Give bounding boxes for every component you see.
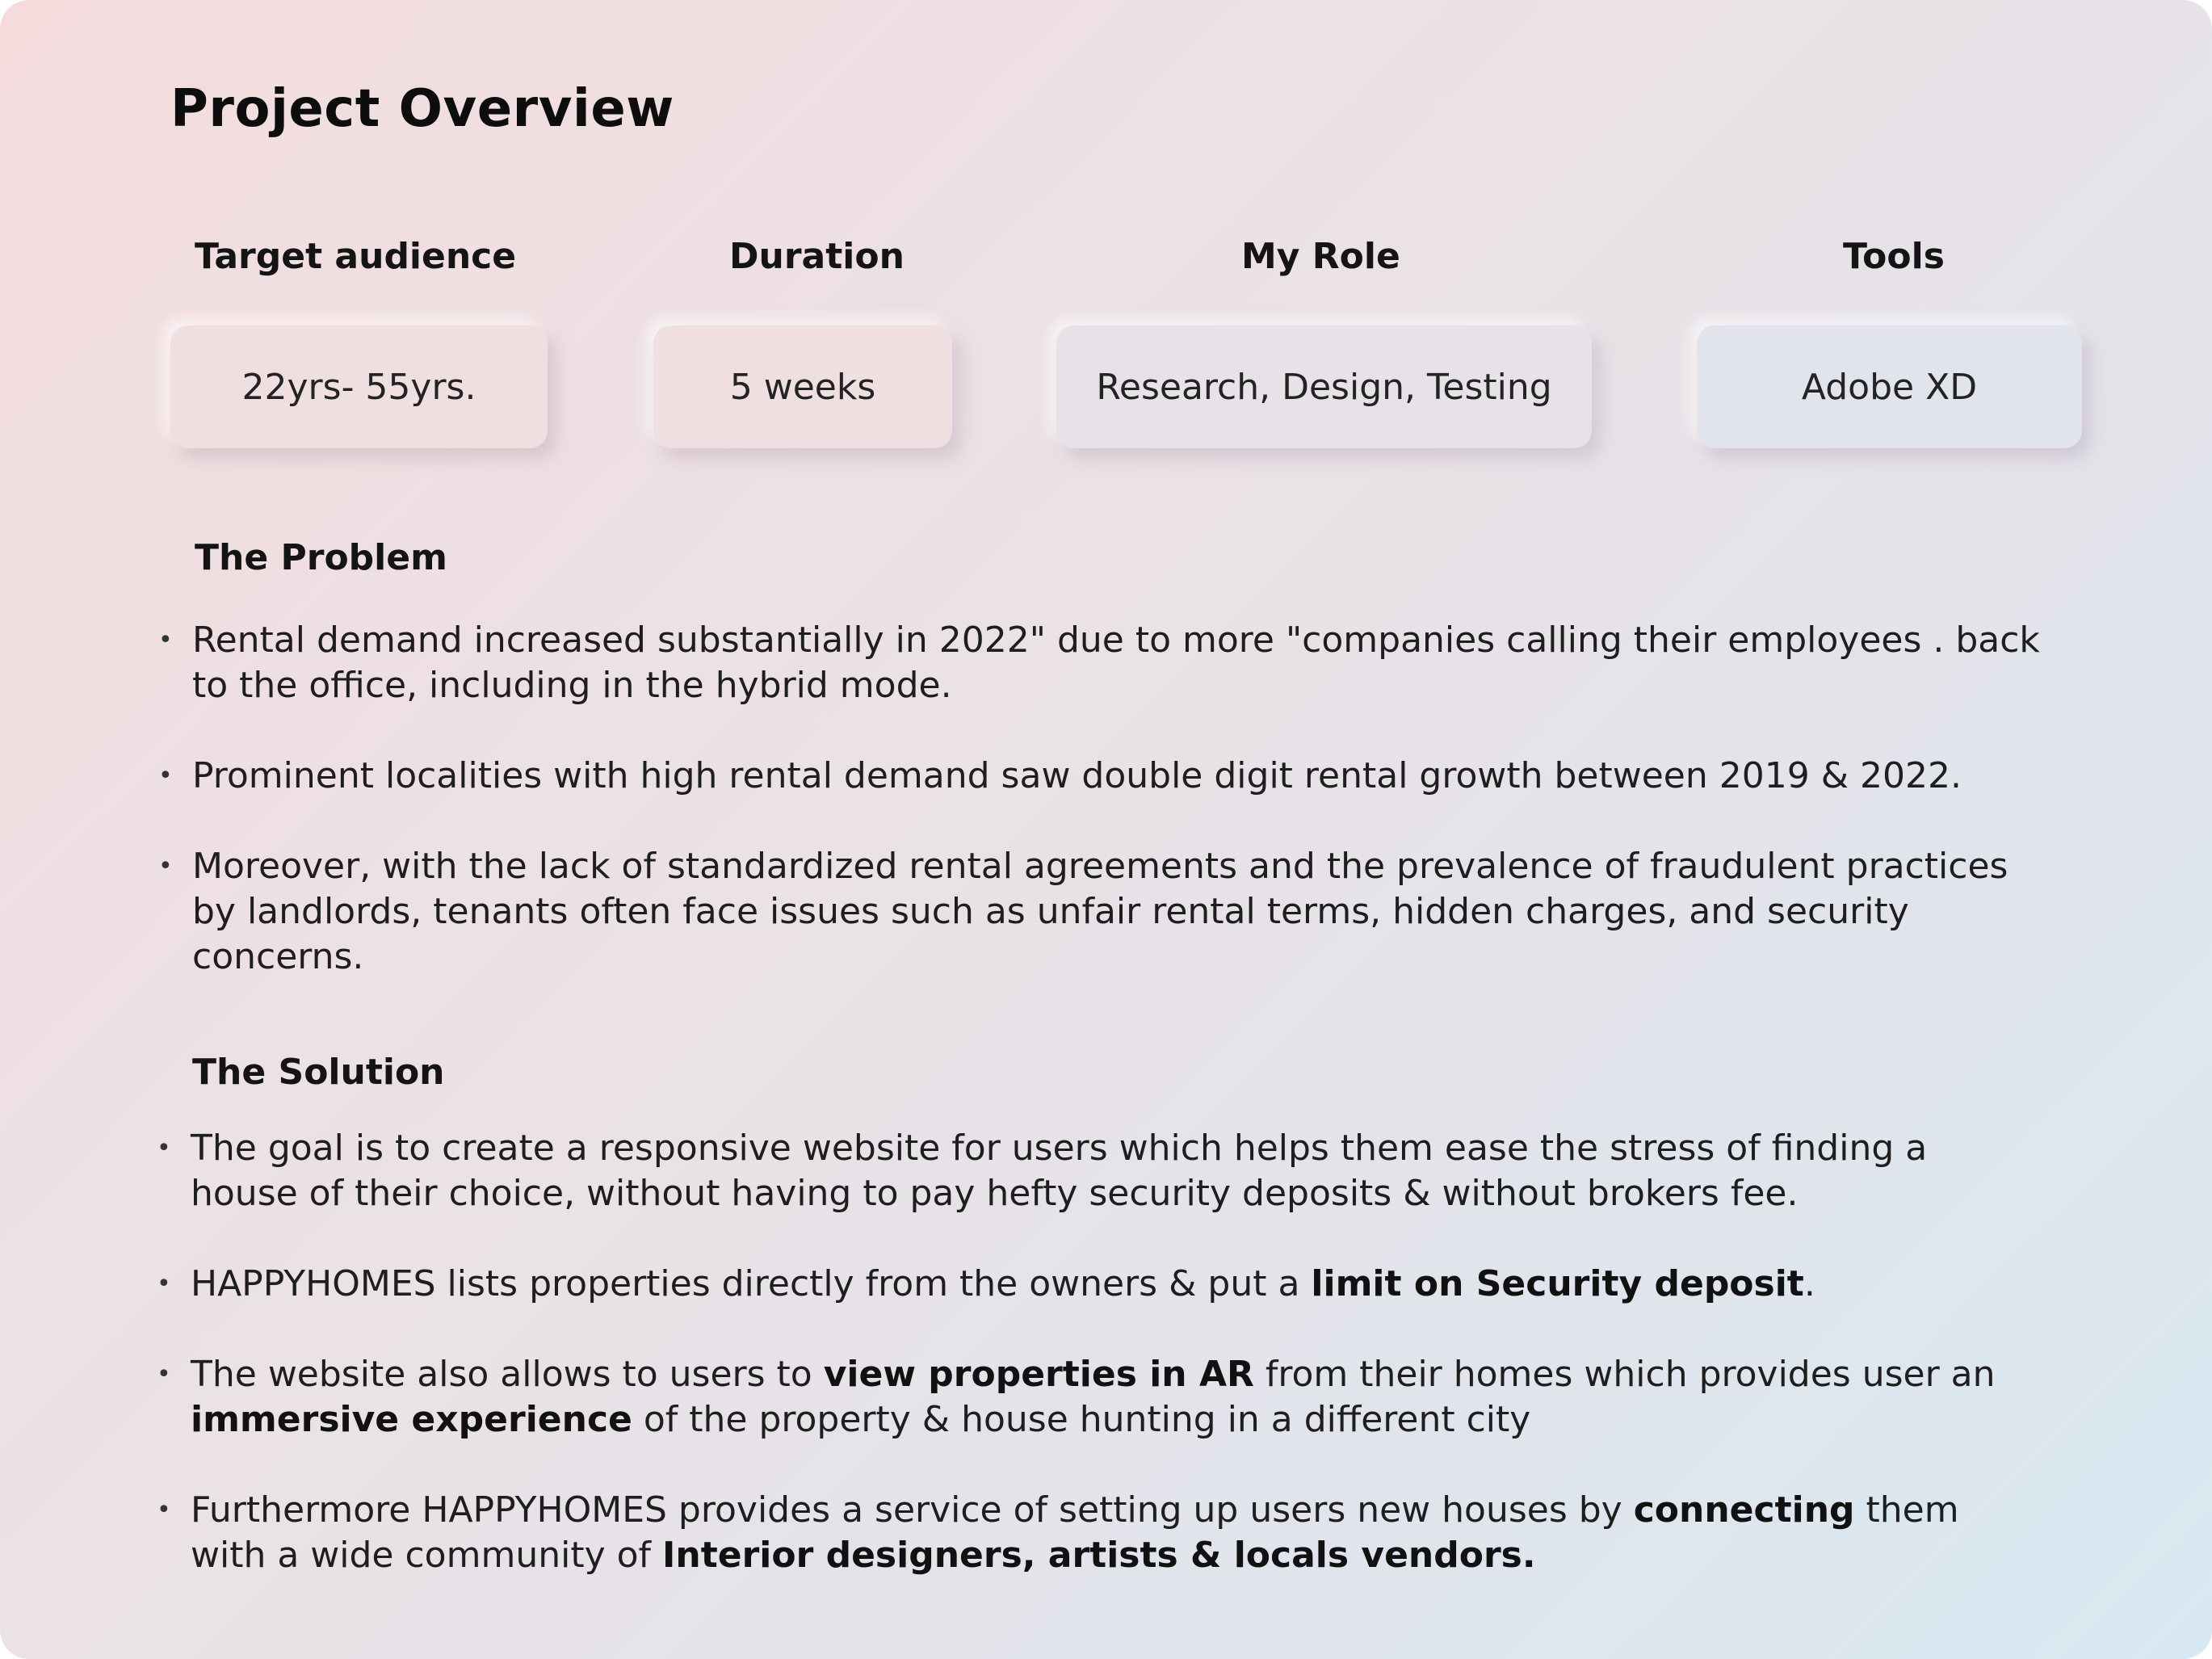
problem-item: Prominent localities with high rental de…	[158, 754, 2040, 799]
solution-item: The goal is to create a responsive websi…	[157, 1126, 2038, 1216]
meta-label-my-role: My Role	[1241, 236, 1400, 277]
meta-label-tools: Tools	[1843, 236, 1945, 277]
target-audience-value: 22yrs- 55yrs.	[241, 366, 476, 408]
solution-item-text: Furthermore HAPPYHOMES provides a servic…	[191, 1489, 1634, 1531]
solution-item-text: The website also allows to users to	[191, 1354, 824, 1395]
page-title: Project Overview	[170, 79, 674, 139]
solution-title: The Solution	[192, 1052, 445, 1093]
solution-item-emphasis: view properties in AR	[823, 1354, 1254, 1395]
project-overview-card: Project Overview Target audience Duratio…	[0, 0, 2212, 1659]
solution-item-emphasis: Interior designers, artists & locals ven…	[662, 1535, 1536, 1576]
solution-item-text: from their homes which provides user an	[1253, 1354, 1996, 1395]
solution-item-text: of the property & house hunting in a dif…	[632, 1399, 1531, 1440]
solution-item-emphasis: limit on Security deposit	[1311, 1263, 1804, 1304]
problem-item: Rental demand increased substantially in…	[158, 618, 2040, 708]
solution-item-text: HAPPYHOMES lists properties directly fro…	[191, 1263, 1312, 1304]
solution-list: The goal is to create a responsive websi…	[157, 1126, 2038, 1623]
problem-title: The Problem	[195, 537, 447, 578]
meta-label-target-audience: Target audience	[195, 236, 517, 277]
tools-chip: Adobe XD	[1697, 326, 2082, 448]
solution-item: HAPPYHOMES lists properties directly fro…	[157, 1262, 2038, 1307]
duration-value: 5 weeks	[729, 366, 876, 408]
target-audience-chip: 22yrs- 55yrs.	[170, 326, 548, 448]
meta-label-duration: Duration	[729, 236, 905, 277]
solution-item-emphasis: immersive experience	[191, 1399, 632, 1440]
solution-item-text: .	[1803, 1263, 1815, 1304]
problem-item: Moreover, with the lack of standardized …	[158, 844, 2040, 980]
tools-value: Adobe XD	[1801, 366, 1978, 408]
solution-item: Furthermore HAPPYHOMES provides a servic…	[157, 1488, 2038, 1578]
my-role-value: Research, Design, Testing	[1096, 366, 1552, 408]
my-role-chip: Research, Design, Testing	[1056, 326, 1592, 448]
duration-chip: 5 weeks	[653, 326, 952, 448]
solution-item: The website also allows to users to view…	[157, 1352, 2038, 1443]
problem-list: Rental demand increased substantially in…	[158, 618, 2040, 1025]
solution-item-emphasis: connecting	[1633, 1489, 1855, 1531]
